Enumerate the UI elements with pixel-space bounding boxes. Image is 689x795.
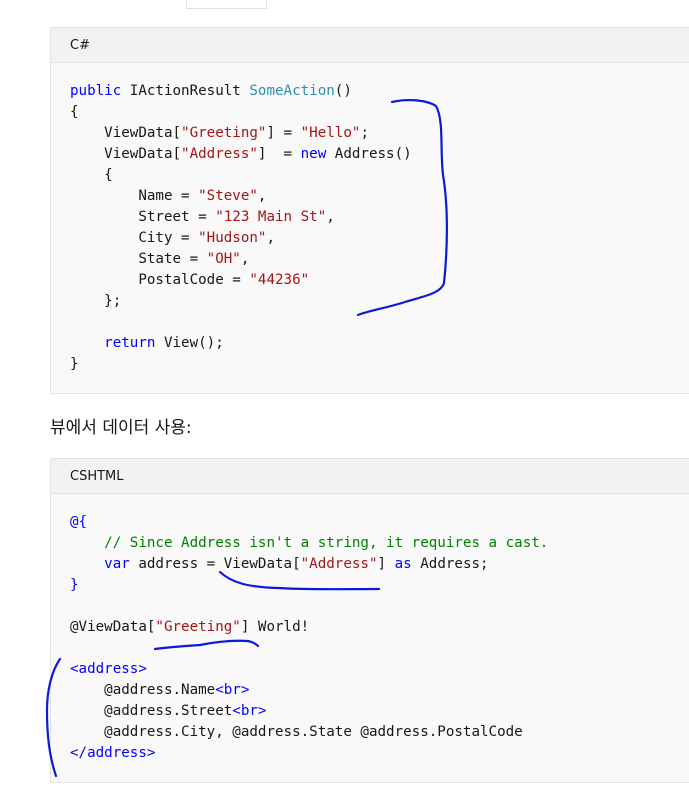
code-token: City = <box>70 230 199 246</box>
code-token: ] = <box>257 146 301 162</box>
code-line: @address.Street<br> <box>70 701 689 722</box>
code-token: ; <box>360 125 369 141</box>
code-line: @{ <box>70 512 689 533</box>
code-token: IActionResult <box>121 83 250 99</box>
code-token: } <box>70 356 79 372</box>
code-token: View(); <box>155 335 224 351</box>
code-token: <br> <box>232 703 267 719</box>
code-token: "Hudson" <box>198 230 267 246</box>
code-line: City = "Hudson", <box>70 228 689 249</box>
code-token: as <box>394 556 412 572</box>
code-token: <address> <box>70 661 147 677</box>
code-line: @address.Name<br> <box>70 680 689 701</box>
code-line: return View(); <box>70 333 689 354</box>
code-line: } <box>70 575 689 596</box>
code-line: { <box>70 165 689 186</box>
code-token: PostalCode = <box>70 272 250 288</box>
code-line: @address.City, @address.State @address.P… <box>70 722 689 743</box>
code-token: , <box>326 209 335 225</box>
code-token: "Greeting" <box>155 619 241 635</box>
code-token: <br> <box>215 682 250 698</box>
code-token: , <box>257 188 267 204</box>
code-token: public <box>70 83 122 99</box>
code-line: Name = "Steve", <box>70 186 689 207</box>
code-language-label: C# <box>70 37 90 53</box>
code-content[interactable]: public IActionResult SomeAction() { ViewD… <box>51 63 689 375</box>
code-line: }; <box>70 291 689 312</box>
code-line: Street = "123 Main St", <box>70 207 689 228</box>
code-token: address = ViewData[ <box>129 556 301 572</box>
code-token: ] = <box>266 125 301 141</box>
code-token: ViewData[ <box>70 125 182 141</box>
code-token: var <box>104 556 130 572</box>
code-line: ViewData["Greeting"] = "Hello"; <box>70 123 689 144</box>
code-token: @address.Name <box>70 682 216 698</box>
code-line: { <box>70 102 689 123</box>
code-token: , <box>240 251 250 267</box>
code-token: () <box>334 83 352 99</box>
code-token: new <box>300 146 327 162</box>
code-token: "OH" <box>206 251 241 267</box>
code-token: State = <box>70 251 207 267</box>
code-content[interactable]: @{ // Since Address isn't a string, it r… <box>51 494 689 764</box>
code-token: } <box>70 577 79 593</box>
code-token: "Address" <box>181 146 258 162</box>
code-token: Address() <box>326 146 412 162</box>
code-line: ViewData["Address"] = new Address() <box>70 144 689 165</box>
code-block-header: CSHTML <box>51 459 689 494</box>
code-block-csharp: C# public IActionResult SomeAction() { Vi… <box>50 27 689 394</box>
code-token: , <box>266 230 276 246</box>
code-token: "123 Main St" <box>215 209 327 225</box>
code-token: return <box>104 335 156 351</box>
code-token: @{ <box>70 514 88 530</box>
code-token: @address.City, @address.State @address.P… <box>70 724 523 740</box>
code-token: { <box>70 167 113 183</box>
code-token: "Greeting" <box>181 125 267 141</box>
code-line: } <box>70 354 689 375</box>
code-token: Name = <box>70 188 199 204</box>
code-line: </address> <box>70 743 689 764</box>
code-line: // Since Address isn't a string, it requ… <box>70 533 689 554</box>
code-token: Address; <box>411 556 489 572</box>
code-token: ] <box>377 556 395 572</box>
code-token: Street = <box>70 209 216 225</box>
code-line: State = "OH", <box>70 249 689 270</box>
code-token: }; <box>70 293 122 309</box>
code-line: PostalCode = "44236" <box>70 270 689 291</box>
code-line: @ViewData["Greeting"] World! <box>70 617 689 638</box>
code-token: "Steve" <box>198 188 258 204</box>
top-tab[interactable] <box>186 0 267 9</box>
code-line: <address> <box>70 659 689 680</box>
code-line: var address = ViewData["Address"] as Add… <box>70 554 689 575</box>
code-token: ViewData[ <box>70 146 182 162</box>
code-token: { <box>70 104 79 120</box>
section-paragraph: 뷰에서 데이터 사용: <box>50 418 192 438</box>
code-token: ] World! <box>240 619 310 635</box>
code-token: </address> <box>70 745 156 761</box>
code-line: public IActionResult SomeAction() <box>70 81 689 102</box>
code-token: "Address" <box>300 556 378 572</box>
code-block-cshtml: CSHTML @{ // Since Address isn't a strin… <box>50 458 689 783</box>
code-block-header: C# <box>51 28 689 63</box>
code-language-label: CSHTML <box>70 468 124 484</box>
code-token: // Since Address isn't a string, it requ… <box>104 535 549 551</box>
code-token: SomeAction <box>249 83 335 99</box>
code-token: @address.Street <box>70 703 233 719</box>
code-token: "Hello" <box>300 125 361 141</box>
code-token: "44236" <box>249 272 310 288</box>
code-token: @ViewData[ <box>70 619 156 635</box>
